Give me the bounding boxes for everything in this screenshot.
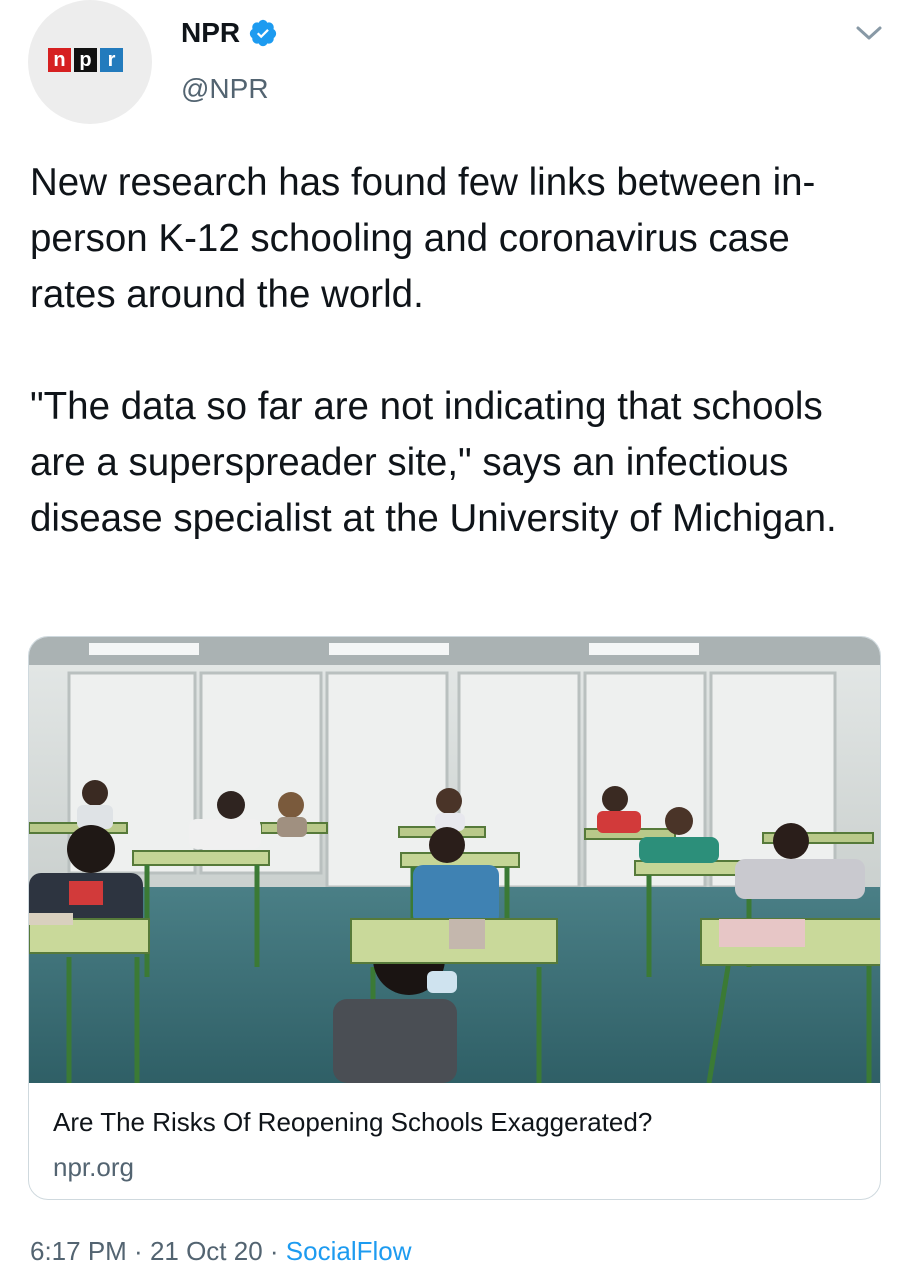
author-name-row[interactable]: NPR: [181, 16, 278, 50]
tweet-source[interactable]: SocialFlow: [286, 1236, 412, 1266]
display-name[interactable]: NPR: [181, 16, 240, 50]
classroom-photo[interactable]: [29, 637, 881, 1083]
tweet-paragraph: "The data so far are not indicating that…: [30, 385, 837, 540]
logo-letter-n: n: [48, 48, 71, 72]
card-title[interactable]: Are The Risks Of Reopening Schools Exagg…: [53, 1105, 652, 1139]
meta-separator: ·: [126, 1236, 150, 1266]
handle[interactable]: @NPR: [181, 72, 269, 106]
logo-letter-r: r: [100, 48, 123, 72]
card-domain: npr.org: [53, 1152, 134, 1182]
meta-separator: ·: [262, 1236, 286, 1266]
npr-logo: n p r: [48, 48, 123, 72]
chevron-down-icon[interactable]: [852, 20, 886, 46]
verified-badge-icon: [249, 19, 277, 47]
tweet-meta: 6:17 PM · 21 Oct 20 · SocialFlow: [30, 1233, 412, 1269]
tweet-paragraph: New research has found few links between…: [30, 161, 816, 316]
logo-letter-p: p: [74, 48, 97, 72]
tweet-time[interactable]: 6:17 PM: [30, 1236, 127, 1266]
tweet-text: New research has found few links between…: [30, 155, 880, 547]
tweet-date[interactable]: 21 Oct 20: [150, 1236, 263, 1266]
link-card[interactable]: Are The Risks Of Reopening Schools Exagg…: [28, 636, 881, 1200]
